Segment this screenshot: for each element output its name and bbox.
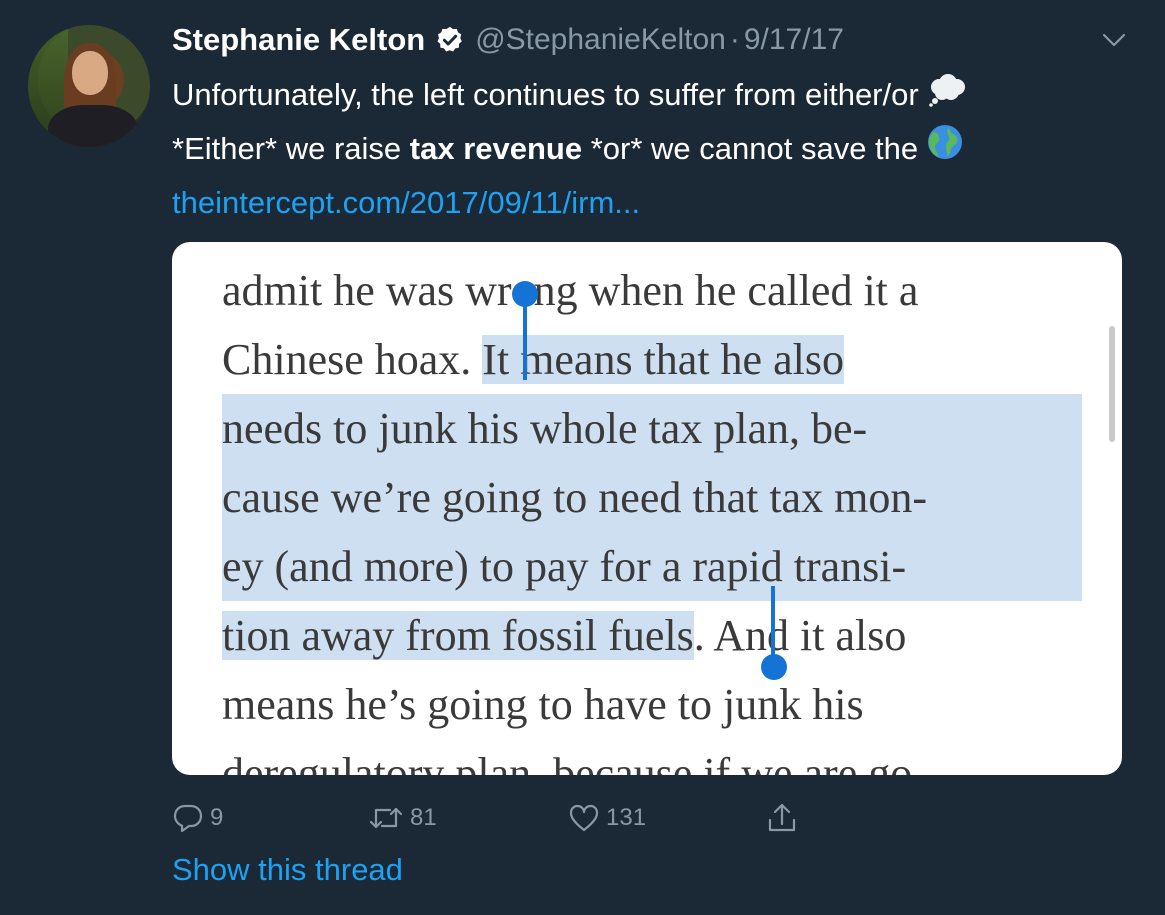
retweet-button[interactable]: 81: [368, 795, 437, 841]
author-name[interactable]: Stephanie Kelton: [172, 22, 425, 58]
excerpt-line-6: tion away from fossil fuels. And it also: [222, 601, 1082, 670]
chevron-down-icon[interactable]: [1100, 30, 1128, 50]
scrollbar[interactable]: [1109, 326, 1115, 442]
excerpt-line-5: ey (and more) to pay for a rapid transi-: [222, 532, 1082, 601]
avatar-body: [48, 105, 138, 147]
separator-dot: ·: [729, 23, 740, 56]
globe-icon: [926, 123, 964, 178]
excerpt-line-3: needs to junk his whole tax plan, be-: [222, 394, 1082, 463]
avatar[interactable]: [28, 25, 150, 147]
excerpt-line-2-highlight: It means that he also: [482, 335, 844, 384]
share-button[interactable]: [766, 795, 798, 841]
excerpt-line-6-plain: . And it also: [693, 611, 907, 660]
avatar-face: [72, 51, 108, 95]
thought-balloon-icon: [927, 70, 967, 124]
heart-icon: [569, 804, 599, 832]
share-icon: [768, 803, 796, 832]
retweet-count: 81: [410, 804, 437, 831]
tweet-text: Unfortunately, the left continues to suf…: [172, 68, 1132, 230]
reply-button[interactable]: 9: [172, 795, 223, 841]
tweet-line-1-text: Unfortunately, the left continues to suf…: [172, 77, 919, 112]
tweet-actions: 9 81 131: [172, 795, 832, 841]
excerpt-line-7: means he’s going to have to junk his: [222, 680, 864, 729]
attached-image-card[interactable]: admit he was wrong when he called it a C…: [172, 242, 1122, 775]
verified-badge-icon: [435, 25, 465, 55]
article-link[interactable]: theintercept.com/2017/09/11/irm...: [172, 176, 1132, 230]
tweet-line-2-part1: *Either* we raise: [172, 131, 410, 166]
tweet-header: Stephanie Kelton @StephanieKelton · 9/17…: [172, 20, 844, 60]
tweet-line-1: Unfortunately, the left continues to suf…: [172, 68, 1132, 122]
excerpt-line-2: Chinese hoax. It means that he also: [222, 325, 1082, 394]
tweet-date[interactable]: 9/17/17: [744, 23, 844, 57]
excerpt-line-2-plain: Chinese hoax.: [222, 335, 483, 384]
retweet-icon: [369, 807, 403, 829]
article-excerpt: admit he was wrong when he called it a C…: [222, 256, 1082, 775]
show-thread-link[interactable]: Show this thread: [172, 852, 403, 888]
excerpt-line-6-highlight: tion away from fossil fuels: [222, 611, 694, 660]
tweet-line-2: *Either* we raise tax revenue *or* we ca…: [172, 122, 1132, 176]
reply-count: 9: [210, 804, 224, 831]
selection-end-line: [771, 586, 775, 658]
excerpt-line-4: cause we’re going to need that tax mon-: [222, 463, 1082, 532]
tweet-line-2-part2: *or* we cannot save the: [582, 131, 919, 166]
like-button[interactable]: 131: [568, 795, 646, 841]
selection-start-line: [523, 294, 527, 380]
excerpt-line-8: deregulatory plan, because if we are go-: [222, 749, 927, 775]
selection-end-handle[interactable]: [761, 654, 787, 680]
tweet-bold-text: tax revenue: [409, 131, 583, 166]
like-count: 131: [606, 804, 647, 831]
author-handle[interactable]: @StephanieKelton: [475, 23, 726, 57]
reply-icon: [173, 804, 203, 833]
excerpt-line-1: admit he was wrong when he called it a: [222, 266, 919, 315]
